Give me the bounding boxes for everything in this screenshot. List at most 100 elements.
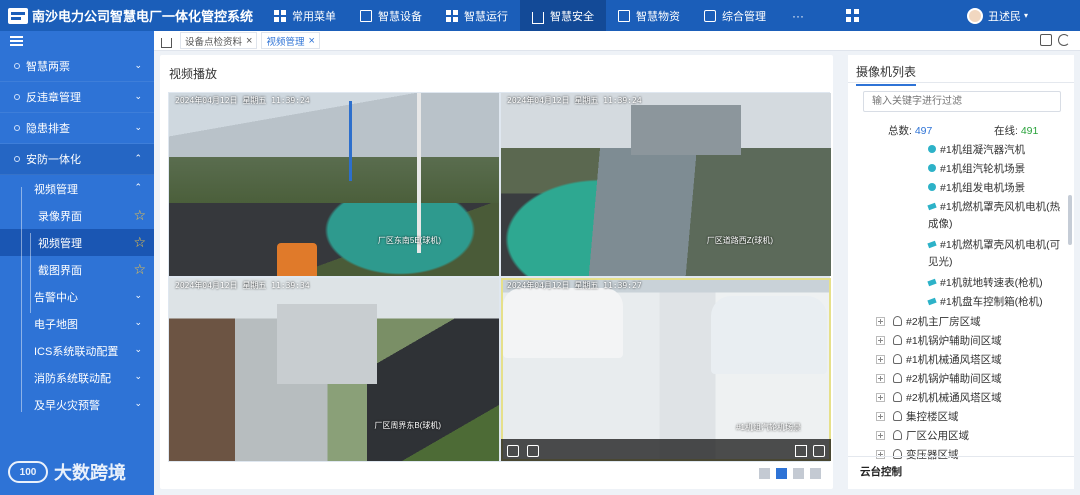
sidebar-sub-fire-link[interactable]: 消防系统联动配 ⌄ <box>0 364 154 391</box>
watermark: 100 大数跨境 <box>8 459 126 485</box>
video-tile[interactable]: 2024年04月12日 星期五 11:39:24 厂区东南5E(球机) <box>169 93 499 276</box>
watermark-logo-icon: 100 <box>8 461 48 483</box>
ptz-control-header[interactable]: 云台控制 <box>860 464 902 479</box>
scene-element <box>631 105 741 155</box>
expand-icon[interactable] <box>876 412 885 421</box>
sidebar-item-security[interactable]: 安防一体化 ⌃ <box>0 144 154 175</box>
close-icon[interactable]: × <box>308 35 314 47</box>
chevron-down-icon: ⌄ <box>134 398 142 408</box>
sidebar-sub-capture[interactable]: 截图界面 ☆ <box>0 256 154 283</box>
video-tile[interactable]: 2024年04月12日 星期五 11:39:24 厂区道路西Z(球机) <box>501 93 831 276</box>
sidebar-item-two-tickets[interactable]: 智慧两票 ⌄ <box>0 51 154 82</box>
tree-guide-line <box>21 187 22 412</box>
tree-area-node[interactable]: #2机锅炉辅助间区域 <box>876 370 1002 389</box>
layout-1x1-icon[interactable] <box>759 468 770 479</box>
camera-list-panel: 摄像机列表 总数: 497 在线: 491 #1机组凝汽器汽机 #1机组汽轮机场… <box>848 55 1074 489</box>
tab-tools <box>1034 34 1070 46</box>
doc-icon <box>618 9 630 22</box>
tree-area-node[interactable]: #1机机械通风塔区域 <box>876 351 1002 370</box>
expand-icon[interactable] <box>876 355 885 364</box>
tree-camera-node[interactable]: #1机盘车控制箱(枪机) <box>927 293 1043 312</box>
bullet-icon <box>14 125 20 131</box>
tab-video-mgmt[interactable]: 视频管理 × <box>261 32 320 49</box>
nav-more-button[interactable]: ··· <box>778 0 818 31</box>
scene-element <box>503 288 623 358</box>
tree-camera-node[interactable]: #1机就地转速表(枪机) <box>927 274 1043 293</box>
video-tile[interactable]: 2024年04月12日 星期五 11:39:34 厂区周界东B(球机) <box>169 278 499 461</box>
video-timestamp: 2024年04月12日 星期五 11:39:24 <box>507 96 642 105</box>
sidebar-sub-record[interactable]: 录像界面 ☆ <box>0 202 154 229</box>
sidebar-item-anti-violation[interactable]: 反违章管理 ⌄ <box>0 82 154 113</box>
nav-item-general-mgmt[interactable]: 综合管理 <box>692 0 778 31</box>
location-icon <box>893 411 902 421</box>
expand-icon[interactable] <box>876 374 885 383</box>
tree-camera-node-cont: 见光) <box>928 256 953 268</box>
camera-search-input[interactable] <box>863 91 1061 112</box>
fullscreen-icon[interactable] <box>813 445 825 457</box>
video-timestamp: 2024年04月12日 星期五 11:39:34 <box>175 281 310 290</box>
tree-area-node[interactable]: 厂区公用区域 <box>876 427 969 446</box>
nav-item-smart-safety[interactable]: 智慧安全 <box>520 0 606 31</box>
tab-equipment-inspection[interactable]: 设备点检资料 × <box>180 32 258 49</box>
nav-item-smart-equipment[interactable]: 智慧设备 <box>348 0 434 31</box>
sidebar-toggle[interactable] <box>0 31 154 51</box>
tree-camera-node[interactable]: #1机组凝汽器汽机 <box>928 141 1025 160</box>
layout-2x2-icon[interactable] <box>776 468 787 479</box>
location-icon <box>893 449 902 459</box>
expand-icon[interactable] <box>876 336 885 345</box>
refresh-icon[interactable] <box>1058 34 1070 46</box>
avatar <box>966 7 983 24</box>
scrollbar[interactable] <box>1068 195 1072 245</box>
tree-area-node[interactable]: #2机主厂房区域 <box>876 313 981 332</box>
tree-area-node[interactable]: #2机机械通风塔区域 <box>876 389 1002 408</box>
tree-camera-node[interactable]: #1机组发电机场景 <box>928 179 1025 198</box>
mute-icon[interactable] <box>795 445 807 457</box>
location-icon <box>893 316 902 326</box>
qr-code-button[interactable] <box>818 0 873 31</box>
chevron-down-icon: ⌄ <box>134 344 142 354</box>
dome-camera-icon <box>928 183 936 191</box>
sidebar-sub-video-mgmt[interactable]: 视频管理 ⌃ <box>0 175 154 202</box>
video-tile-selected[interactable]: 2024年04月12日 星期五 11:39:27 #1机组汽轮机场景 <box>501 278 831 461</box>
star-icon[interactable]: ☆ <box>133 207 146 224</box>
sidebar-item-hazard-check[interactable]: 隐患排查 ⌄ <box>0 113 154 144</box>
expand-icon[interactable] <box>876 317 885 326</box>
sidebar-sub-fire-warning[interactable]: 及早火灾预警 ⌄ <box>0 391 154 418</box>
layout-switcher <box>753 468 821 479</box>
sidebar-sub-ics-config[interactable]: ICS系统联动配置 ⌄ <box>0 337 154 364</box>
brand: 南沙电力公司智慧电厂一体化管控系统 <box>0 0 262 31</box>
expand-icon[interactable] <box>876 431 885 440</box>
tree-area-node[interactable]: 集控楼区域 <box>876 408 959 427</box>
nav-item-smart-operation[interactable]: 智慧运行 <box>434 0 520 31</box>
sidebar-sub-video[interactable]: 视频管理 ☆ <box>0 229 154 256</box>
video-timestamp: 2024年04月12日 星期五 11:39:27 <box>507 281 642 290</box>
dome-camera-icon <box>928 164 936 172</box>
home-icon[interactable] <box>161 37 172 48</box>
expand-icon[interactable] <box>876 393 885 402</box>
nav-item-common-menu[interactable]: 常用菜单 <box>262 0 348 31</box>
expand-icon[interactable] <box>876 450 885 459</box>
camera-snapshot-icon[interactable] <box>507 445 519 457</box>
fullscreen-icon[interactable] <box>1040 34 1052 46</box>
bullet-camera-icon <box>927 278 937 287</box>
tree-camera-node-cont: 成像) <box>928 218 953 230</box>
layout-4x4-icon[interactable] <box>810 468 821 479</box>
delete-icon[interactable] <box>527 445 539 457</box>
star-icon[interactable]: ☆ <box>133 234 146 251</box>
chevron-down-icon: ⌄ <box>134 317 142 327</box>
video-panel-title: 视频播放 <box>169 67 218 81</box>
star-icon[interactable]: ☆ <box>133 261 146 278</box>
close-icon[interactable]: × <box>246 35 252 47</box>
main-nav: 常用菜单 智慧设备 智慧运行 智慧安全 智慧物资 综合管理 ··· <box>262 0 873 31</box>
sidebar-sub-e-map[interactable]: 电子地图 ⌄ <box>0 310 154 337</box>
tree-camera-node[interactable]: #1机组汽轮机场景 <box>928 160 1025 179</box>
sidebar-sub-alarm-center[interactable]: 告警中心 ⌄ <box>0 283 154 310</box>
grid-icon <box>446 9 458 22</box>
location-icon <box>893 354 902 364</box>
user-menu[interactable]: 丑述民 ▾ <box>966 0 1028 31</box>
hamburger-icon <box>10 36 23 46</box>
tree-area-node[interactable]: 变压器区域 <box>876 446 959 463</box>
tree-area-node[interactable]: #1机锅炉辅助间区域 <box>876 332 1002 351</box>
nav-item-smart-materials[interactable]: 智慧物资 <box>606 0 692 31</box>
layout-3x3-icon[interactable] <box>793 468 804 479</box>
